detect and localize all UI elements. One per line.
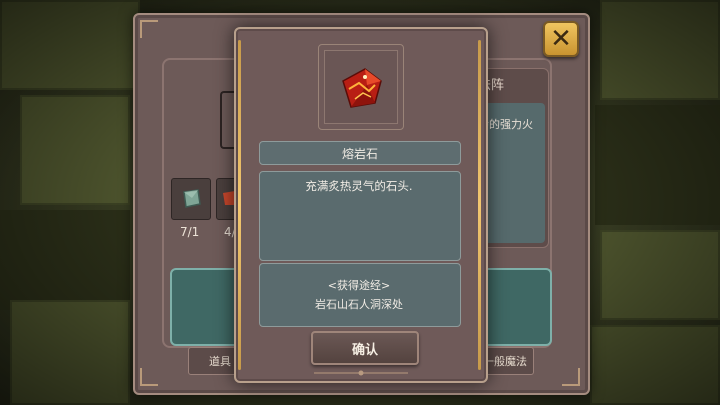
gold-trim — [478, 40, 481, 370]
item-name: 熔岩石 — [259, 141, 461, 165]
source-location: 岩石山石人洞深处 — [315, 298, 403, 311]
material-slot[interactable] — [171, 178, 211, 220]
skill-panel — [170, 268, 244, 346]
corner-ornament — [562, 368, 580, 386]
source-title: <获得途经> — [327, 279, 391, 292]
lava-stone-gem-icon — [342, 68, 382, 108]
bottom-ornament — [314, 370, 408, 376]
corner-ornament — [140, 368, 158, 386]
confirm-button[interactable]: 确认 — [311, 331, 419, 365]
corner-ornament — [140, 20, 158, 38]
item-icon-frame — [324, 50, 398, 124]
item-source-box — [259, 263, 461, 327]
close-icon: ✕ — [550, 24, 572, 54]
gold-trim — [238, 40, 241, 370]
close-button[interactable]: ✕ — [543, 21, 579, 57]
green-stone-icon — [183, 189, 201, 208]
skill-panel — [478, 268, 552, 346]
item-description: 充满炙热灵气的石头. — [305, 179, 413, 193]
slot-count: 7/1 — [180, 225, 200, 239]
